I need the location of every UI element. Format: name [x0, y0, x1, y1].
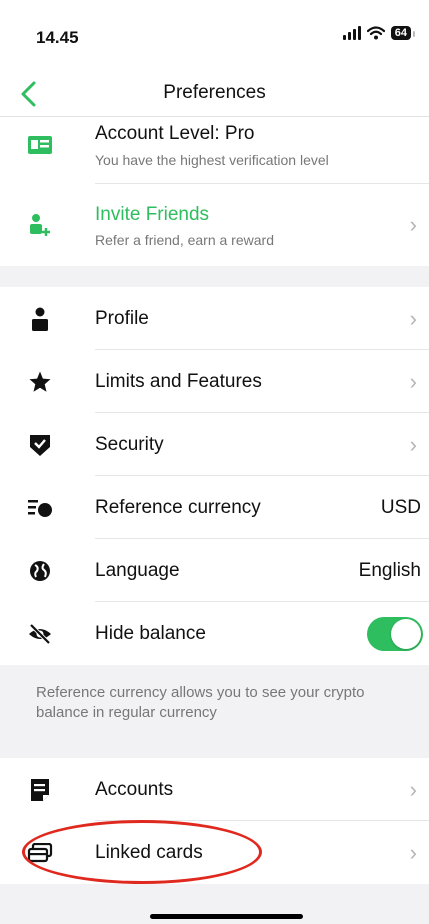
id-card-icon [27, 132, 53, 158]
invite-friends-row[interactable]: Invite Friends Refer a friend, earn a re… [0, 184, 429, 266]
account-group: Account Level: Pro You have the highest … [0, 117, 429, 266]
nav-bar: Preferences [0, 72, 429, 117]
invite-friends-subtitle: Refer a friend, earn a reward [95, 232, 274, 248]
account-level-subtitle: You have the highest verification level [95, 152, 329, 168]
globe-icon [27, 558, 53, 584]
limits-features-label: Limits and Features [95, 370, 262, 392]
star-icon [27, 369, 53, 395]
language-value: English [358, 559, 421, 581]
status-time: 14.45 [36, 28, 79, 47]
language-row[interactable]: Language English [0, 539, 429, 602]
hide-balance-toggle[interactable] [367, 616, 423, 651]
account-level-title: Account Level: Pro [95, 123, 255, 144]
settings-group: Profile › Limits and Features › Security… [0, 287, 429, 665]
chevron-right-icon: › [409, 305, 417, 331]
hide-balance-row: Hide balance [0, 602, 429, 665]
battery-indicator: 64 [390, 26, 416, 40]
chevron-right-icon: › [409, 368, 417, 394]
accounts-label: Accounts [95, 778, 174, 800]
invite-friends-title: Invite Friends [95, 204, 210, 225]
limits-features-row[interactable]: Limits and Features › [0, 350, 429, 413]
document-icon [27, 777, 53, 803]
security-label: Security [95, 433, 164, 455]
add-user-icon [27, 212, 53, 238]
currency-icon [27, 495, 53, 521]
hide-balance-label: Hide balance [95, 622, 206, 644]
account-level-row[interactable]: Account Level: Pro You have the highest … [0, 117, 429, 184]
wifi-icon [366, 26, 385, 40]
security-row[interactable]: Security › [0, 413, 429, 476]
reference-currency-value: USD [380, 496, 421, 518]
reference-currency-note: Reference currency allows you to see you… [36, 684, 365, 721]
chevron-right-icon: › [409, 431, 417, 457]
status-icons: 64 [342, 26, 416, 40]
toggle-knob [391, 618, 421, 649]
accounts-row[interactable]: Accounts › [0, 758, 429, 821]
chevron-right-icon: › [409, 839, 417, 865]
chevron-right-icon: › [409, 212, 417, 237]
chevron-right-icon: › [409, 776, 417, 802]
cellular-signal-icon [342, 26, 361, 40]
reference-currency-label: Reference currency [95, 496, 261, 518]
shield-check-icon [27, 432, 53, 458]
home-indicator [150, 914, 303, 919]
eye-off-icon [27, 621, 53, 647]
person-icon [27, 306, 53, 332]
profile-label: Profile [95, 307, 149, 329]
reference-currency-row[interactable]: Reference currency USD [0, 476, 429, 539]
profile-row[interactable]: Profile › [0, 287, 429, 350]
page-title: Preferences [163, 82, 266, 103]
language-label: Language [95, 559, 180, 581]
highlight-circle-annotation [22, 820, 262, 884]
status-bar: 14.45 64 [0, 0, 429, 72]
